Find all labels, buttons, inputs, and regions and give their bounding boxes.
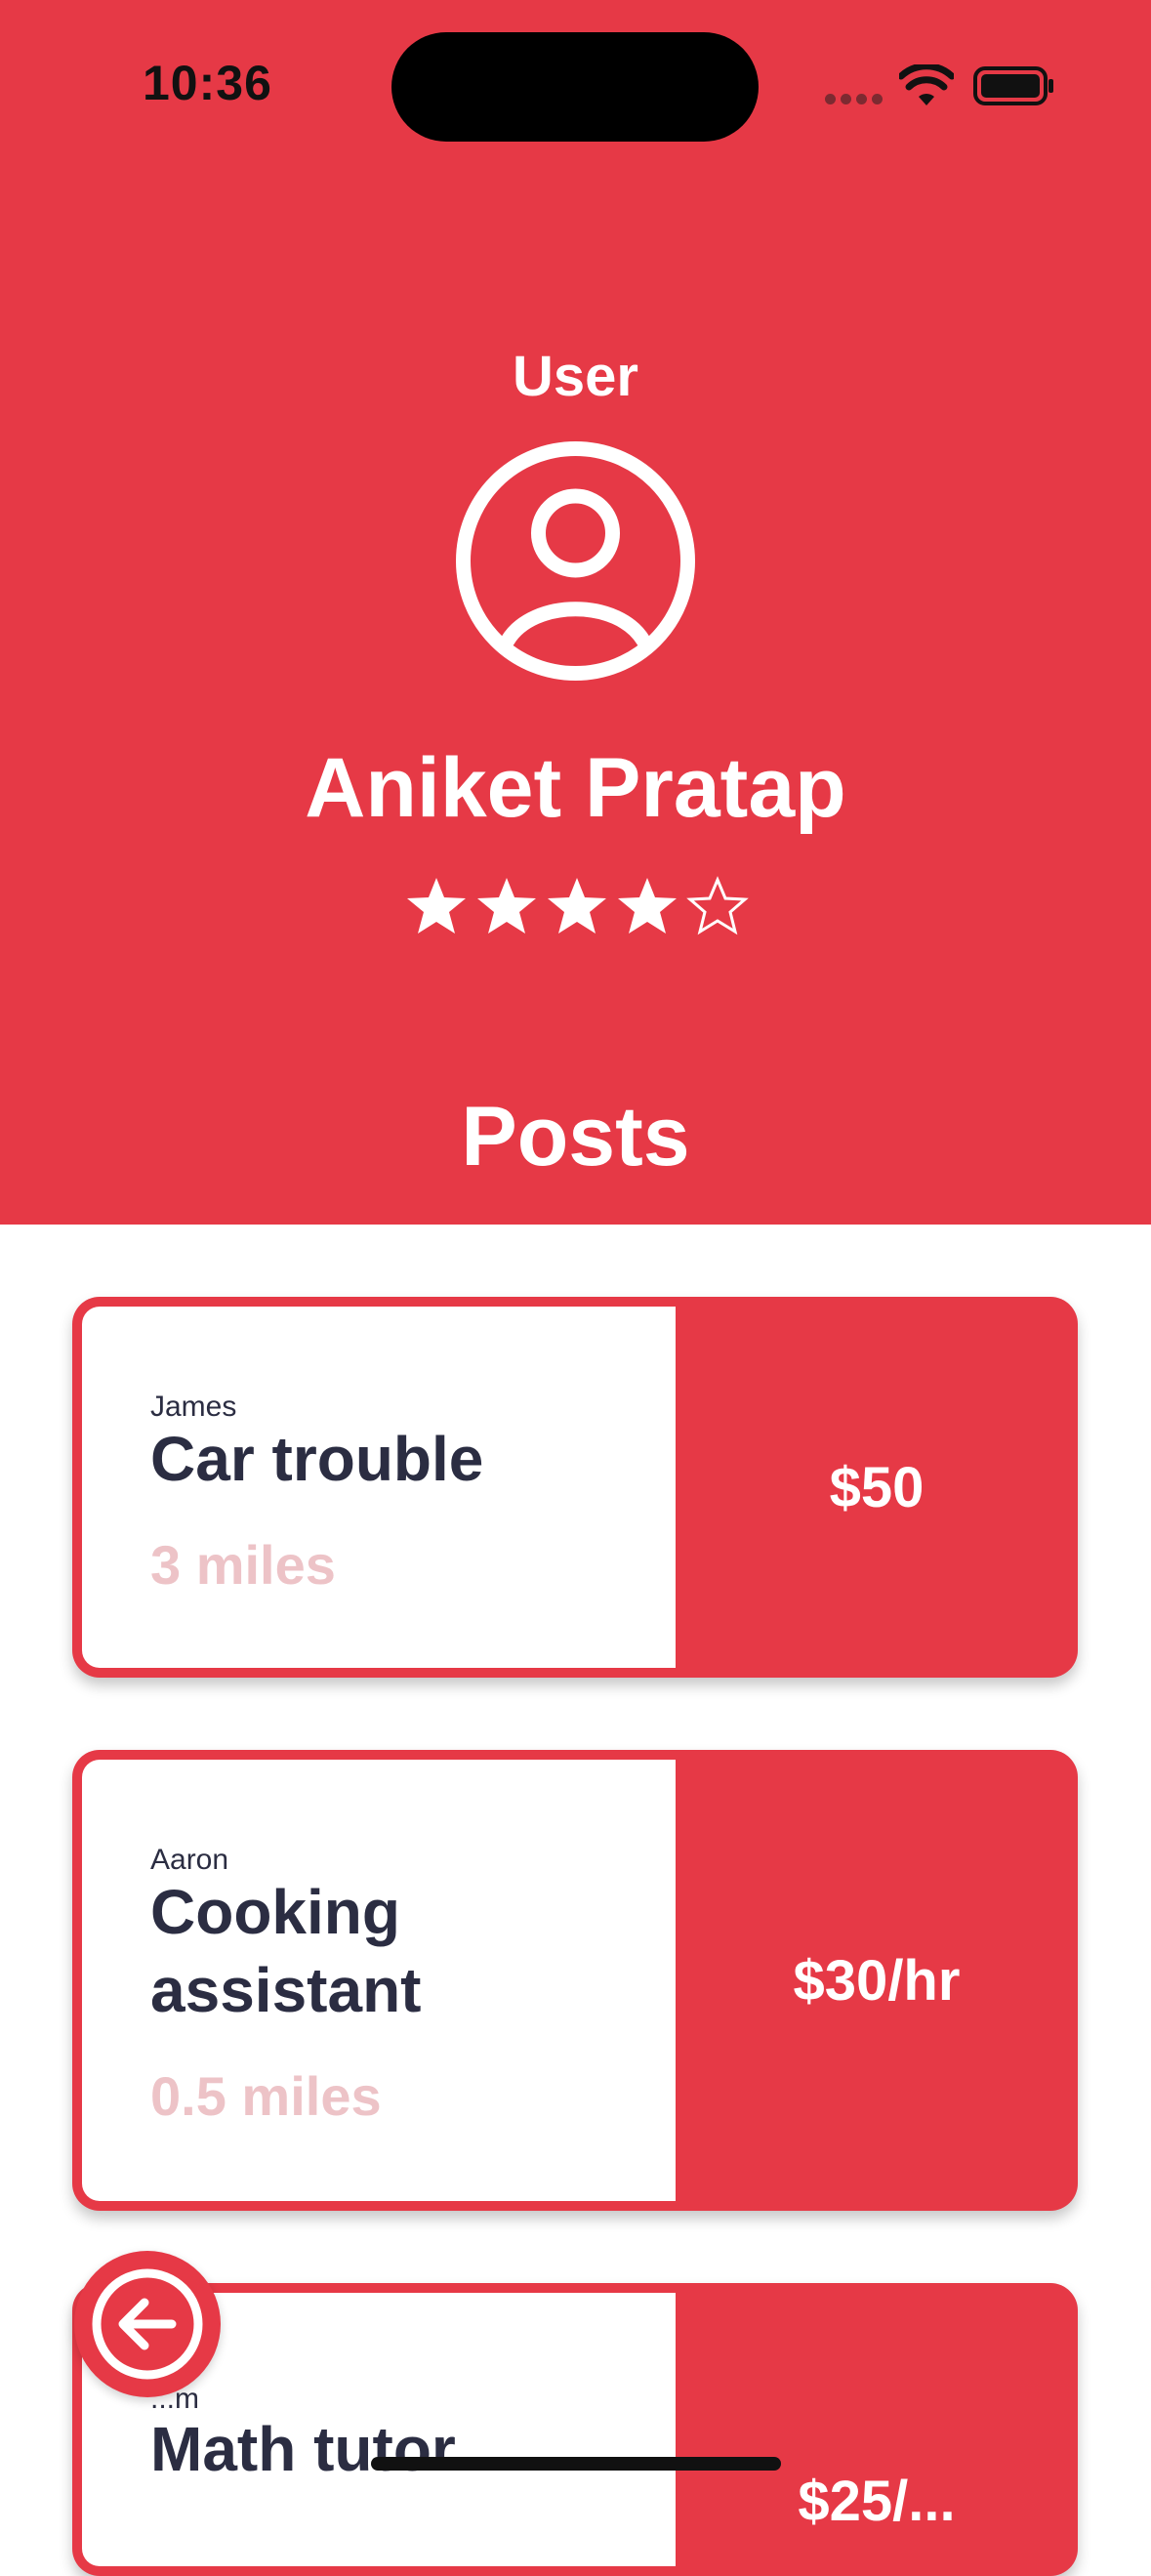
status-icons	[825, 61, 1059, 109]
post-price: $50	[829, 1455, 925, 1519]
post-title: Cooking assistant	[150, 1877, 422, 2025]
back-button[interactable]	[74, 2251, 221, 2397]
post-card[interactable]: Aaron Cooking assistant 0.5 miles $30/hr	[72, 1750, 1078, 2211]
user-label: User	[513, 345, 638, 408]
star-filled-icon	[548, 878, 606, 934]
user-circle-icon	[456, 441, 695, 681]
arrow-left-icon	[92, 2268, 203, 2380]
dynamic-island	[391, 32, 759, 142]
star-filled-icon	[618, 878, 677, 934]
star-empty-icon	[686, 876, 749, 935]
post-distance: 0.5 miles	[150, 2065, 382, 2127]
status-time: 10:36	[143, 56, 272, 110]
post-price: $25/...	[798, 2470, 956, 2533]
post-info: Aaron Cooking assistant 0.5 miles	[82, 1760, 676, 2201]
profile-header: 10:36 User Aniket Pratap Posts	[0, 0, 1151, 1225]
star-filled-icon	[477, 878, 536, 934]
battery-icon	[973, 66, 1053, 105]
post-author: Aaron	[150, 1844, 229, 1876]
post-price: $30/hr	[793, 1948, 961, 2013]
post-title: Car trouble	[150, 1424, 484, 1494]
home-indicator[interactable]	[371, 2457, 781, 2471]
post-card[interactable]: ...m Math tutor $25/...	[72, 2283, 1078, 2576]
posts-title: Posts	[461, 1090, 690, 1184]
rating-stars	[405, 875, 749, 941]
post-title: Math tutor	[150, 2414, 456, 2484]
wifi-icon	[899, 64, 954, 105]
user-name: Aniket Pratap	[305, 741, 846, 835]
post-author: James	[150, 1391, 237, 1423]
star-filled-icon	[407, 878, 466, 934]
post-info: James Car trouble 3 miles	[82, 1307, 676, 1668]
post-distance: 3 miles	[150, 1534, 336, 1596]
signal-icon	[825, 92, 887, 109]
post-card[interactable]: James Car trouble 3 miles $50	[72, 1297, 1078, 1678]
